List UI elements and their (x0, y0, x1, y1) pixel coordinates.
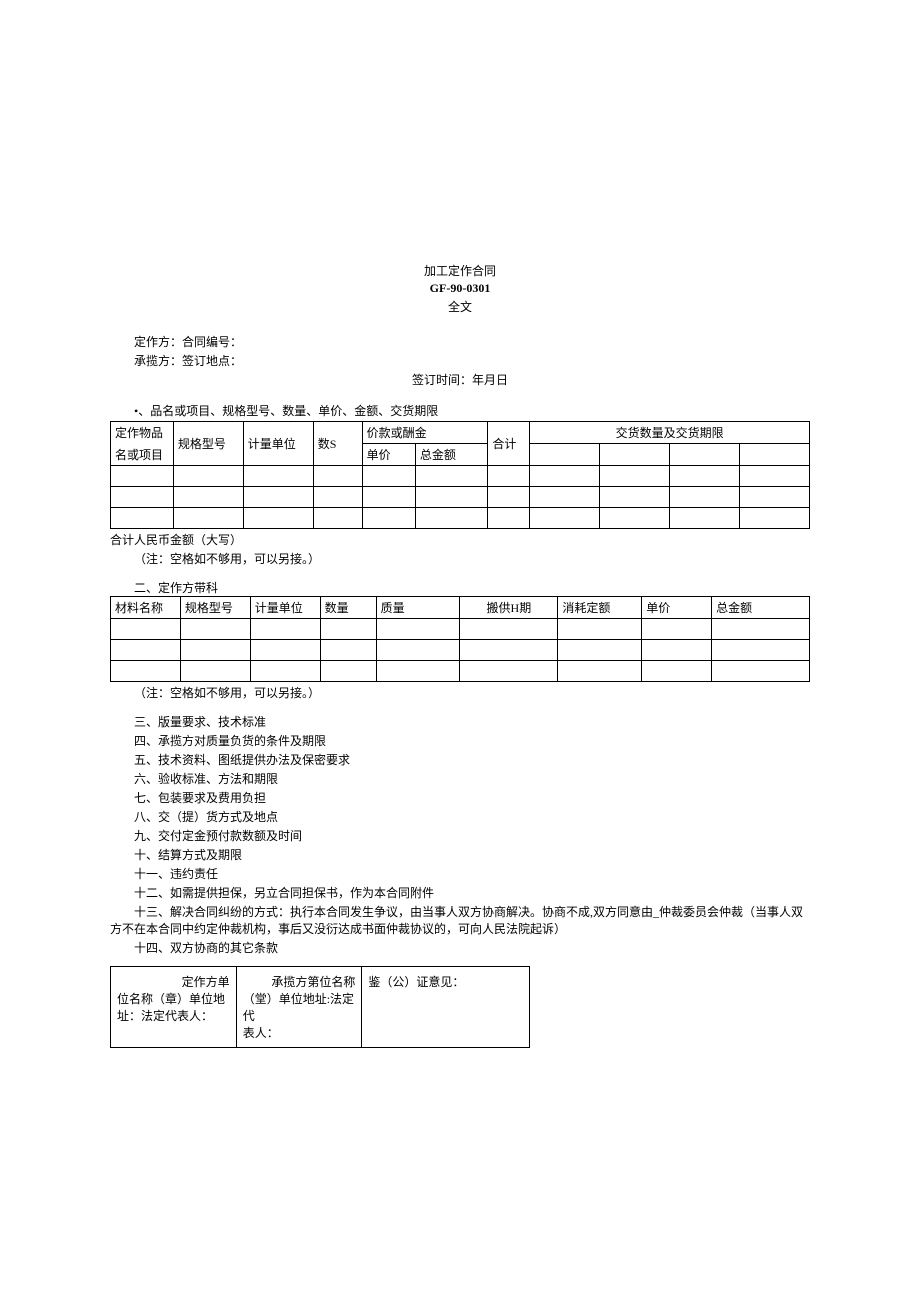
table-2: 材料名称 规格型号 计量单位 数量 质量 搬供H期 消耗定额 单价 总金额 (110, 596, 810, 682)
t2-c7: 消耗定额 (558, 597, 642, 619)
table-row (111, 640, 810, 661)
clause-12: 十二、如需提供担保，另立合同担保书，作为本合同附件 (110, 884, 810, 901)
sign-col-2: 承揽方第位名称 （堂）单位地址:法定代 表人： (236, 967, 362, 1048)
clause-6: 六、验收标准、方法和期限 (110, 770, 810, 787)
clause-4: 四、承揽方对质量负货的条件及期限 (110, 732, 810, 749)
document-page: 加工定作合同 GF-90-0301 全文 定作方：合同编号： 承揽方：签订地点：… (0, 0, 920, 1148)
col-spec: 规格型号 (173, 422, 243, 466)
t2-c4: 数量 (320, 597, 376, 619)
col-unit-price: 单价 (362, 444, 415, 466)
clause-8: 八、交（提）货方式及地点 (110, 808, 810, 825)
table-row (111, 466, 810, 487)
doc-code: GF-90-0301 (110, 281, 810, 296)
table2-note: （注：空格如不够用，可以另接。） (110, 684, 810, 701)
t2-c6: 搬供H期 (460, 597, 558, 619)
col-d4 (740, 444, 810, 466)
col-d3 (670, 444, 740, 466)
table-row (111, 661, 810, 682)
signature-table: 定作方单 位名称（章）单位地 址：法定代表人： 承揽方第位名称 （堂）单位地址:… (110, 966, 530, 1048)
clause-3: 三、版量要求、技术标准 (110, 713, 810, 730)
t2-c8: 单价 (642, 597, 712, 619)
col-item-top: 定作物品 (111, 422, 174, 444)
sign-col2-c: 表人： (243, 1024, 356, 1041)
table-row (111, 487, 810, 508)
sign-col-1: 定作方单 位名称（章）单位地 址：法定代表人： (111, 967, 237, 1048)
sign-col-3: 鉴（公）证意见： (362, 967, 530, 1048)
col-total: 合计 (488, 422, 530, 466)
col-d2 (600, 444, 670, 466)
col-price-group: 价款或酬金 (362, 422, 488, 444)
t2-c5: 质量 (376, 597, 460, 619)
col-qty: 数S (313, 422, 362, 466)
table-1: 定作物品 规格型号 计量单位 数S 价款或酬金 合计 交货数量及交货期限 单价 … (110, 421, 810, 529)
table-row: 材料名称 规格型号 计量单位 数量 质量 搬供H期 消耗定额 单价 总金额 (111, 597, 810, 619)
clause-10: 十、结算方式及期限 (110, 846, 810, 863)
table-row: 定作方单 位名称（章）单位地 址：法定代表人： 承揽方第位名称 （堂）单位地址:… (111, 967, 530, 1048)
table-row (111, 508, 810, 529)
clause-9: 九、交付定金预付款数额及时间 (110, 827, 810, 844)
sign-col2-b: （堂）单位地址:法定代 (243, 990, 356, 1024)
col-delivery-group: 交货数量及交货期限 (530, 422, 810, 444)
clause-11: 十一、违约责任 (110, 865, 810, 882)
doc-title: 加工定作合同 (110, 262, 810, 279)
t2-c9: 总金额 (712, 597, 810, 619)
table-row: 定作物品 规格型号 计量单位 数S 价款或酬金 合计 交货数量及交货期限 (111, 422, 810, 444)
sign-col1-b: 位名称（章）单位地 (117, 990, 230, 1007)
section2-title: 二、定作方带科 (110, 579, 810, 596)
t2-c2: 规格型号 (180, 597, 250, 619)
doc-subtitle: 全文 (110, 298, 810, 315)
clause-14: 十四、双方协商的其它条款 (110, 939, 810, 956)
section1-title: •、品名或项目、规格型号、数量、单价、金额、交货期限 (110, 402, 810, 419)
col-item-bottom: 名或项目 (111, 444, 174, 466)
party-line-2: 承揽方：签订地点： (110, 352, 810, 369)
t2-c1: 材料名称 (111, 597, 181, 619)
col-d1 (530, 444, 600, 466)
sign-col2-a: 承揽方第位名称 (243, 973, 356, 990)
table-row (111, 619, 810, 640)
table1-total: 合计人民币金额（大写） (110, 531, 810, 548)
party-line-1: 定作方：合同编号： (110, 333, 810, 350)
sign-col1-c: 址：法定代表人： (117, 1007, 230, 1024)
table1-note: （注：空格如不够用，可以另接。） (110, 550, 810, 567)
col-unit: 计量单位 (243, 422, 313, 466)
t2-c3: 计量单位 (250, 597, 320, 619)
sign-col1-a: 定作方单 (117, 973, 230, 990)
sign-time: 签订时间：年月日 (110, 371, 810, 388)
clause-7: 七、包装要求及费用负担 (110, 789, 810, 806)
col-amount: 总金额 (415, 444, 488, 466)
clause-5: 五、技术资料、图纸提供办法及保密要求 (110, 751, 810, 768)
clause-13: 十三、解决合同纠纷的方式：执行本合同发生争议，由当事人双方协商解决。协商不成,双… (110, 903, 810, 937)
